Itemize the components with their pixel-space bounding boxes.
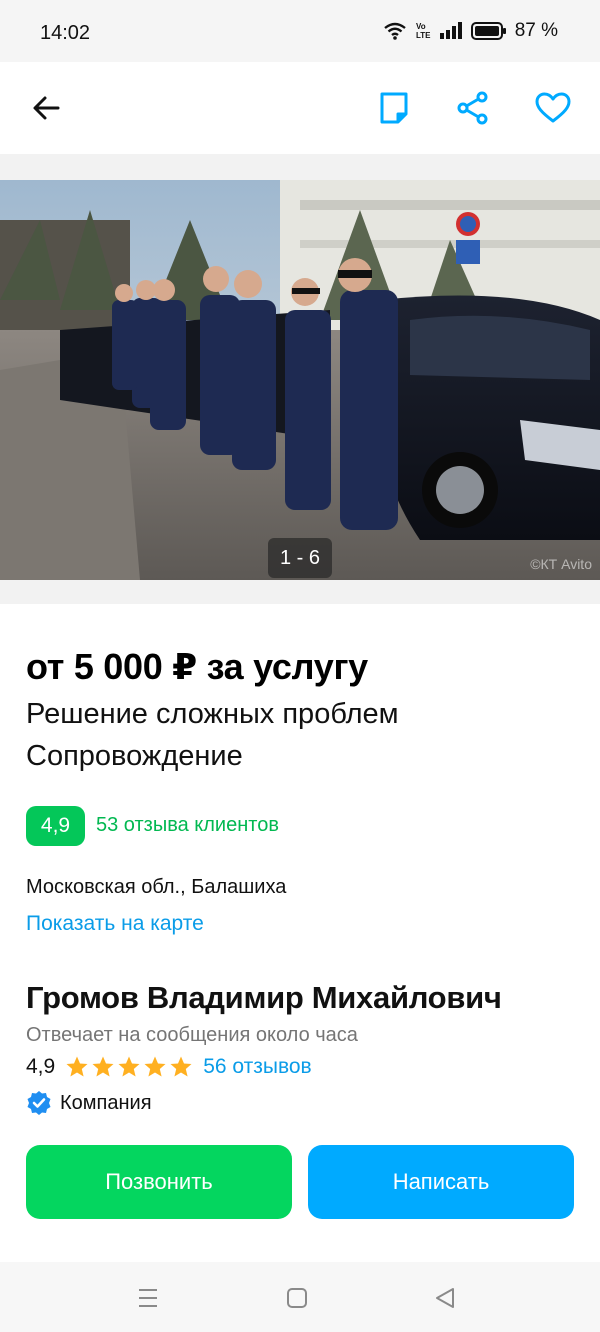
heart-icon (535, 92, 571, 123)
photo-watermark: ©КТ Avito (530, 556, 592, 572)
recent-apps-button[interactable] (134, 1284, 162, 1312)
battery-percent: 87 % (514, 20, 558, 41)
favorite-button[interactable] (527, 82, 579, 134)
call-button[interactable]: Позвонить (26, 1145, 292, 1219)
star-icon (144, 1056, 166, 1077)
photo-gallery[interactable] (0, 180, 600, 580)
app-header (0, 62, 600, 154)
share-button[interactable] (447, 82, 499, 134)
back-arrow-icon (33, 96, 60, 120)
listing-address: Московская обл., Балашиха (26, 876, 287, 898)
client-reviews-link[interactable]: 53 отзыва клиентов (96, 814, 279, 837)
status-bar: 14:02 Vo LTE 87 % (0, 0, 600, 62)
show-on-map-link[interactable]: Показать на карте (26, 912, 586, 936)
menu-lines-icon (139, 1289, 157, 1307)
photo-counter: 1 - 6 (268, 538, 332, 578)
divider (0, 154, 600, 180)
system-nav-bar (0, 1262, 600, 1332)
seller-rating-value: 4,9 (26, 1055, 56, 1078)
star-icon (170, 1056, 192, 1077)
seller-reviews-link[interactable]: 56 отзывов (203, 1055, 312, 1079)
back-triangle-icon (436, 1288, 454, 1308)
status-icons: Vo LTE 87 % (383, 20, 558, 42)
listing-title-line2: Сопровождение (26, 740, 243, 772)
back-button[interactable] (20, 82, 72, 134)
message-button[interactable]: Написать (308, 1145, 574, 1219)
listing-photo (0, 180, 600, 580)
divider (0, 580, 600, 604)
star-icon (66, 1056, 88, 1077)
share-icon (457, 91, 488, 125)
verified-badge-icon (27, 1091, 51, 1115)
note-icon (380, 92, 408, 124)
home-square-icon (287, 1288, 307, 1308)
home-button[interactable] (283, 1284, 311, 1312)
star-icon (92, 1056, 114, 1077)
seller-response-time: Отвечает на сообщения около часа (26, 1024, 358, 1046)
seller-stars (65, 1055, 193, 1079)
volte-icon: Vo LTE (416, 22, 431, 40)
note-button[interactable] (368, 82, 420, 134)
seller-rating-row[interactable]: 4,9 56 отзывов (26, 1052, 312, 1082)
battery-icon (470, 22, 506, 40)
svg-text:LTE: LTE (416, 31, 431, 40)
listing-title-line1: Решение сложных проблем (26, 698, 399, 730)
seller-type-row: Компания (26, 1090, 152, 1116)
status-time: 14:02 (40, 22, 91, 44)
rating-badge: 4,9 (26, 806, 85, 846)
signal-icon (439, 22, 462, 39)
system-back-button[interactable] (431, 1284, 459, 1312)
svg-text:Vo: Vo (416, 22, 426, 31)
seller-name[interactable]: Громов Владимир Михайлович (26, 980, 586, 1016)
star-icon (118, 1056, 140, 1077)
listing-price: от 5 000 ₽ за услугу (26, 646, 368, 687)
seller-type-label: Компания (60, 1091, 152, 1114)
wifi-icon (383, 22, 406, 40)
